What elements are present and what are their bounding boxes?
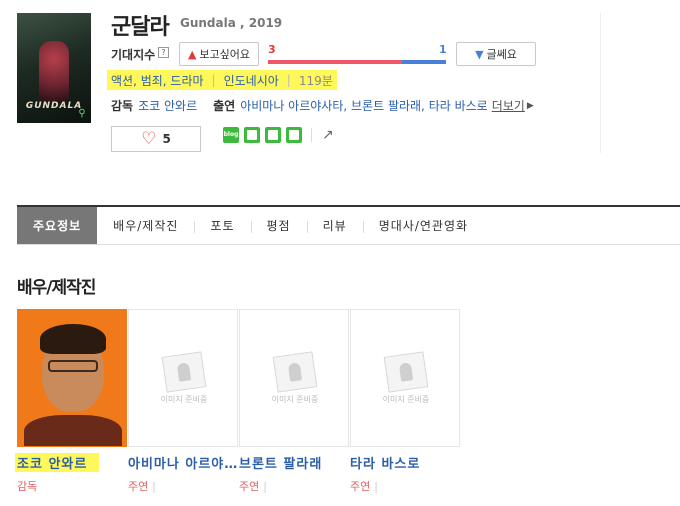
tab-cast-crew[interactable]: 배우/제작진	[97, 207, 194, 244]
share-icons: blog ↗	[223, 127, 334, 143]
share-divider	[311, 128, 312, 142]
movie-title: 군달라	[111, 15, 170, 40]
thumbs-down-icon: ▼	[475, 47, 484, 61]
chevron-right-icon: ▶	[526, 100, 534, 111]
info-separator: |	[211, 73, 216, 87]
bookmark-share-icon[interactable]	[265, 127, 281, 143]
cast-role: 주연	[239, 478, 349, 494]
cast-role: 주연	[128, 478, 238, 494]
tab-quotes-related[interactable]: 명대사/연관영화	[362, 207, 484, 244]
cast-links[interactable]: 아비마나 아르야사타, 브론트 팔라래, 타라 바스로	[240, 97, 488, 114]
placeholder-text: 이미지 준비중	[271, 395, 319, 404]
section-title: 배우/제작진	[17, 278, 96, 298]
cafe-share-icon[interactable]	[244, 127, 260, 143]
cast-photo[interactable]	[17, 309, 127, 447]
genre-text[interactable]: 액션, 범죄, 드라마	[111, 72, 204, 89]
photo-shirt	[24, 415, 122, 446]
share-out-icon[interactable]: ↗	[322, 127, 334, 143]
runtime-text: 119분	[298, 73, 333, 88]
memo-share-icon[interactable]	[286, 127, 302, 143]
movie-poster[interactable]: GUNDALA ⚲	[17, 13, 91, 123]
movie-original-title: Gundala , 2019	[180, 16, 283, 30]
person-placeholder-icon	[383, 351, 429, 393]
placeholder-text: 이미지 준비중	[382, 395, 430, 404]
like-button[interactable]: ♡ 5	[111, 126, 201, 152]
cast-role: 감독	[17, 480, 38, 493]
tab-rating[interactable]: 평점	[250, 207, 307, 244]
director-link[interactable]: 조코 안와르	[138, 97, 197, 114]
cast-item[interactable]: 이미지 준비중 타라 바스로 주연	[350, 309, 460, 494]
expectation-bar	[268, 60, 446, 64]
header-divider	[600, 13, 601, 153]
thumbs-up-icon: ▲	[187, 47, 197, 61]
want-to-see-label: 보고싶어요	[199, 48, 251, 61]
person-placeholder-icon	[161, 351, 207, 393]
movie-tabs: 주요정보 배우/제작진 포토 평점 리뷰 명대사/연관영화	[17, 205, 680, 245]
cast-item[interactable]: 이미지 준비중 브론트 팔라래 주연	[239, 309, 349, 494]
cast-photo-placeholder[interactable]: 이미지 준비중	[350, 309, 460, 447]
like-count: 5	[162, 132, 171, 146]
cast-item[interactable]: 조코 안와르 감독	[15, 309, 127, 494]
cast-role: 주연	[350, 478, 460, 494]
tab-photo[interactable]: 포토	[194, 207, 250, 244]
poster-figure	[39, 41, 69, 101]
director-label: 감독	[111, 99, 134, 113]
tab-review[interactable]: 리뷰	[306, 207, 363, 244]
cast-name[interactable]: 타라 바스로	[350, 453, 460, 472]
person-placeholder-icon	[272, 351, 318, 393]
expectation-bar-fill	[268, 60, 402, 64]
country-text[interactable]: 인도네시아	[224, 72, 279, 89]
not-sure-button[interactable]: ▼ 글쎄요	[456, 42, 536, 66]
cast-photo-placeholder[interactable]: 이미지 준비중	[128, 309, 238, 447]
help-icon[interactable]: ?	[158, 47, 169, 58]
not-sure-label: 글쎄요	[486, 48, 517, 61]
tab-main-info[interactable]: 주요정보	[17, 207, 98, 244]
photo-hair	[40, 324, 106, 354]
movie-info-line: 액션, 범죄, 드라마 | 인도네시아 | 119분	[107, 70, 337, 90]
cast-item[interactable]: 이미지 준비중 아비마나 아르야사타 주연	[128, 309, 238, 494]
meh-count: 1	[439, 43, 447, 56]
cast-photo-placeholder[interactable]: 이미지 준비중	[239, 309, 349, 447]
info-separator: |	[286, 73, 291, 87]
cast-list: 조코 안와르 감독 이미지 준비중 아비마나 아르야사타 주연 이미지 준비중 …	[15, 309, 460, 494]
expectation-label: 기대지수	[111, 48, 156, 62]
cast-name[interactable]: 브론트 팔라래	[239, 453, 349, 472]
credit-row: 감독 조코 안와르 출연 아비마나 아르야사타, 브론트 팔라래, 타라 바스로…	[111, 97, 534, 114]
photo-glasses	[48, 360, 98, 372]
placeholder-text: 이미지 준비중	[160, 395, 208, 404]
blog-share-icon[interactable]: blog	[223, 127, 239, 143]
heart-icon: ♡	[141, 128, 157, 149]
cast-label: 출연	[213, 99, 236, 113]
zoom-icon[interactable]: ⚲	[76, 108, 88, 120]
more-cast-link[interactable]: 더보기	[492, 97, 525, 114]
want-count: 3	[268, 43, 276, 56]
cast-name[interactable]: 조코 안와르	[15, 453, 99, 472]
want-to-see-button[interactable]: ▲ 보고싶어요	[179, 42, 259, 66]
cast-name[interactable]: 아비마나 아르야사타	[128, 453, 238, 472]
